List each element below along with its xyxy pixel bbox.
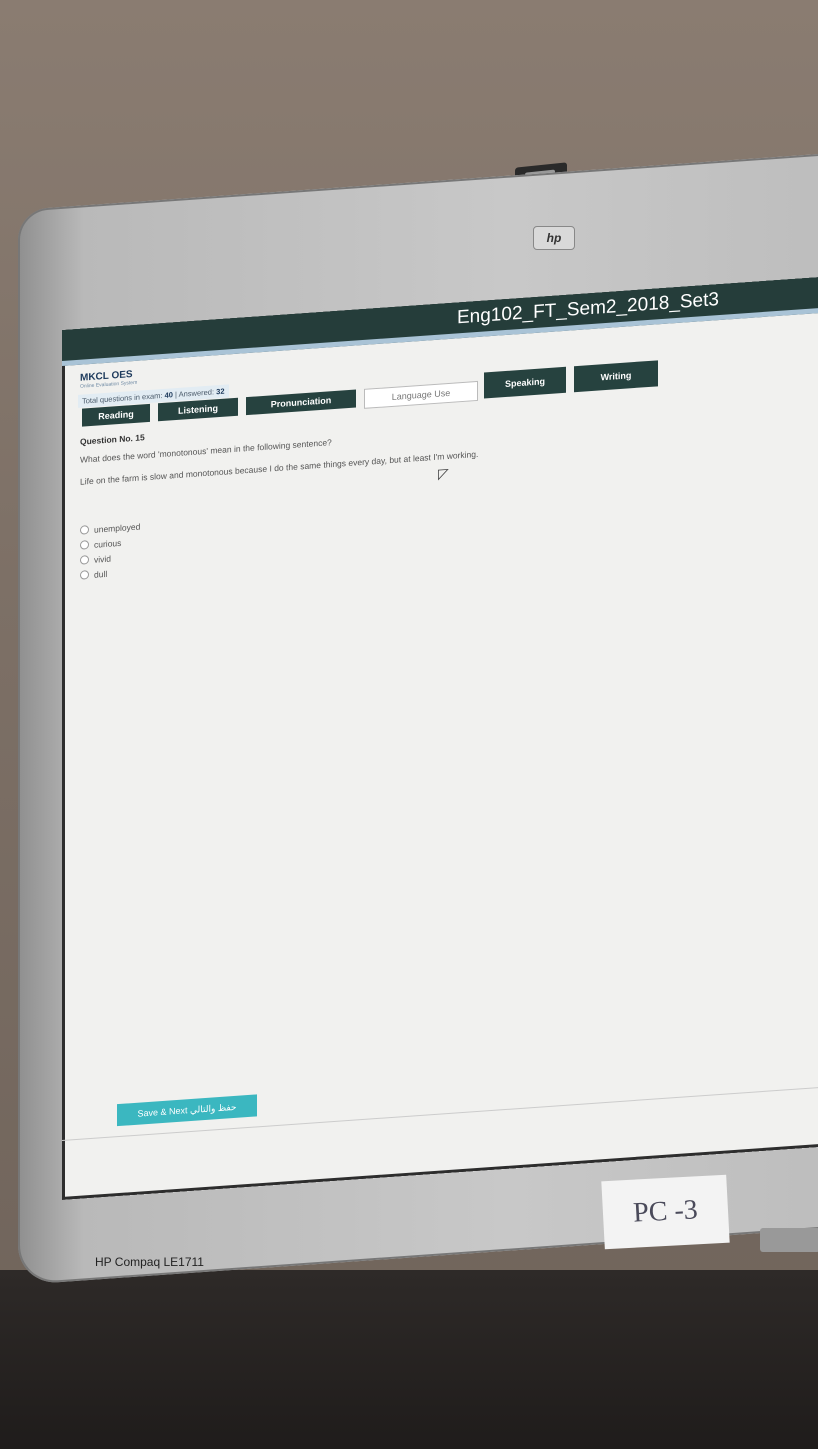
radio-icon[interactable] (80, 525, 89, 535)
save-next-button[interactable]: Save & Next حفظ والتالي (117, 1094, 257, 1127)
radio-icon[interactable] (80, 555, 89, 565)
answered-label: | Answered: (175, 387, 215, 400)
exam-screen: Eng102_FT_Sem2_2018_Set3 MKCL OES Online… (62, 275, 818, 1200)
option-label: curious (94, 537, 122, 550)
tab-writing[interactable]: Writing (574, 360, 658, 393)
answered-value: 32 (216, 386, 225, 397)
radio-icon[interactable] (80, 540, 89, 550)
option-label: dull (94, 568, 108, 580)
desk-surface (0, 1270, 818, 1449)
option-label: unemployed (94, 521, 141, 535)
tab-language-use[interactable]: Language Use (364, 380, 478, 409)
monitor-model-label: HP Compaq LE1711 (95, 1255, 204, 1269)
total-label: Total questions in exam: (82, 390, 163, 406)
tab-reading[interactable]: Reading (82, 403, 150, 427)
total-value: 40 (164, 390, 173, 400)
hp-logo: hp (533, 226, 575, 250)
tab-pronunciation[interactable]: Pronunciation (246, 389, 356, 416)
radio-icon[interactable] (80, 570, 89, 580)
pc-sticker: PC -3 (601, 1174, 730, 1250)
brand: MKCL OES Online Evaluation System (80, 369, 137, 390)
mouse-cursor-icon: ◸ (438, 464, 449, 482)
option-label: vivid (94, 553, 112, 565)
answer-options: unemployed curious vivid dull (80, 471, 818, 583)
monitor-power-button[interactable] (760, 1228, 818, 1252)
tab-speaking[interactable]: Speaking (484, 366, 566, 399)
